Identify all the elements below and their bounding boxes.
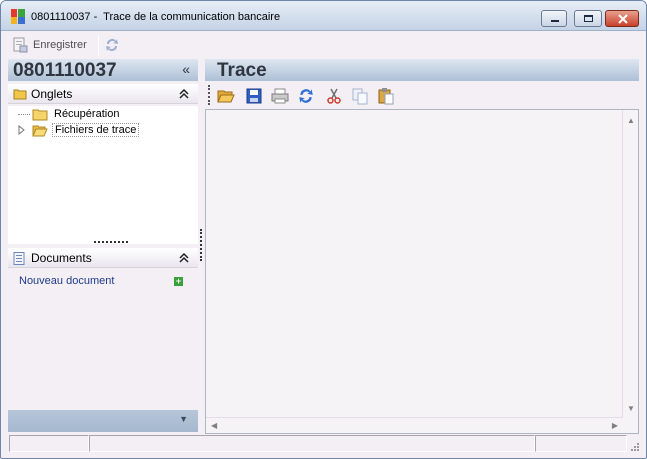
onglets-section-header[interactable]: Onglets	[8, 84, 198, 104]
horizontal-splitter[interactable]	[94, 241, 128, 243]
minimize-button[interactable]	[541, 10, 567, 27]
maximize-button[interactable]	[574, 10, 602, 27]
scroll-right-icon[interactable]: ▶	[612, 421, 618, 430]
left-panel-footer: ▼	[8, 410, 198, 432]
folder-icon	[32, 109, 48, 120]
refresh-icon[interactable]	[297, 87, 315, 105]
right-panel: Trace ▲ ▼ ◀ ▶	[205, 59, 639, 434]
open-folder-icon	[32, 125, 48, 136]
save-document-icon	[13, 37, 28, 53]
left-panel-header: 0801110037 «	[8, 59, 198, 81]
status-cell	[89, 435, 535, 452]
tree-item-label: Fichiers de trace	[52, 123, 140, 137]
dropdown-arrow-icon[interactable]: ▼	[179, 414, 188, 424]
scroll-down-icon[interactable]: ▼	[627, 404, 635, 413]
refresh-icon	[106, 39, 118, 52]
title-bar[interactable]: 0801110037 - Trace de la communication b…	[1, 1, 646, 31]
right-panel-title: Trace	[217, 60, 267, 81]
minimize-icon	[551, 20, 559, 22]
trace-toolbar	[205, 82, 639, 108]
app-icon	[11, 9, 25, 24]
open-folder-icon[interactable]	[217, 87, 235, 105]
tree-connector	[18, 113, 30, 115]
maximize-icon	[584, 15, 593, 22]
save-button[interactable]: Enregistrer	[12, 35, 87, 55]
copy-icon[interactable]	[351, 87, 369, 105]
chevron-up-icon[interactable]	[179, 253, 189, 263]
print-icon[interactable]	[271, 87, 289, 105]
documents-body: Nouveau document +	[8, 268, 198, 410]
toolbar-separator	[98, 35, 99, 55]
status-bar	[7, 435, 641, 453]
new-document-link[interactable]: Nouveau document	[19, 275, 114, 287]
application-window: 0801110037 - Trace de la communication b…	[0, 0, 647, 459]
scroll-up-icon[interactable]: ▲	[627, 116, 635, 125]
collapse-panel-button[interactable]: «	[182, 61, 190, 77]
paste-icon[interactable]	[377, 87, 395, 105]
documents-title: Documents	[31, 251, 92, 265]
left-panel: 0801110037 « Onglets Récupération Fichie…	[8, 59, 198, 434]
cut-icon[interactable]	[325, 87, 343, 105]
tree-item-recuperation[interactable]: Récupération	[18, 106, 121, 122]
save-label: Enregistrer	[33, 39, 87, 51]
right-panel-header: Trace	[205, 59, 639, 81]
status-cell	[535, 435, 627, 452]
vertical-splitter[interactable]	[200, 229, 202, 261]
vertical-scrollbar[interactable]: ▲ ▼	[622, 110, 638, 417]
trace-content-area[interactable]: ▲ ▼ ◀ ▶	[205, 109, 639, 434]
main-toolbar: Enregistrer	[2, 32, 640, 58]
toolbar-grip[interactable]	[208, 85, 210, 105]
close-icon	[618, 14, 628, 24]
window-title: 0801110037 - Trace de la communication b…	[31, 11, 281, 23]
resize-grip-icon[interactable]	[629, 441, 639, 451]
expand-arrow-icon[interactable]	[18, 125, 26, 135]
folder-icon	[13, 89, 27, 100]
left-panel-title: 0801110037	[13, 60, 117, 81]
onglets-title: Onglets	[31, 87, 73, 101]
documents-section-header[interactable]: Documents	[8, 248, 198, 268]
scroll-left-icon[interactable]: ◀	[211, 421, 217, 430]
chevron-up-icon[interactable]	[179, 89, 189, 99]
status-cell	[9, 435, 89, 452]
tree-item-fichiers-de-trace[interactable]: Fichiers de trace	[18, 122, 140, 138]
add-icon[interactable]: +	[174, 277, 183, 286]
tree-item-label: Récupération	[54, 108, 120, 120]
close-button[interactable]	[605, 10, 639, 27]
document-icon	[13, 252, 25, 265]
save-icon[interactable]	[245, 87, 263, 105]
horizontal-scrollbar[interactable]: ◀ ▶	[206, 417, 623, 433]
refresh-button[interactable]	[104, 35, 120, 55]
tabs-tree: Récupération Fichiers de trace	[8, 106, 198, 244]
